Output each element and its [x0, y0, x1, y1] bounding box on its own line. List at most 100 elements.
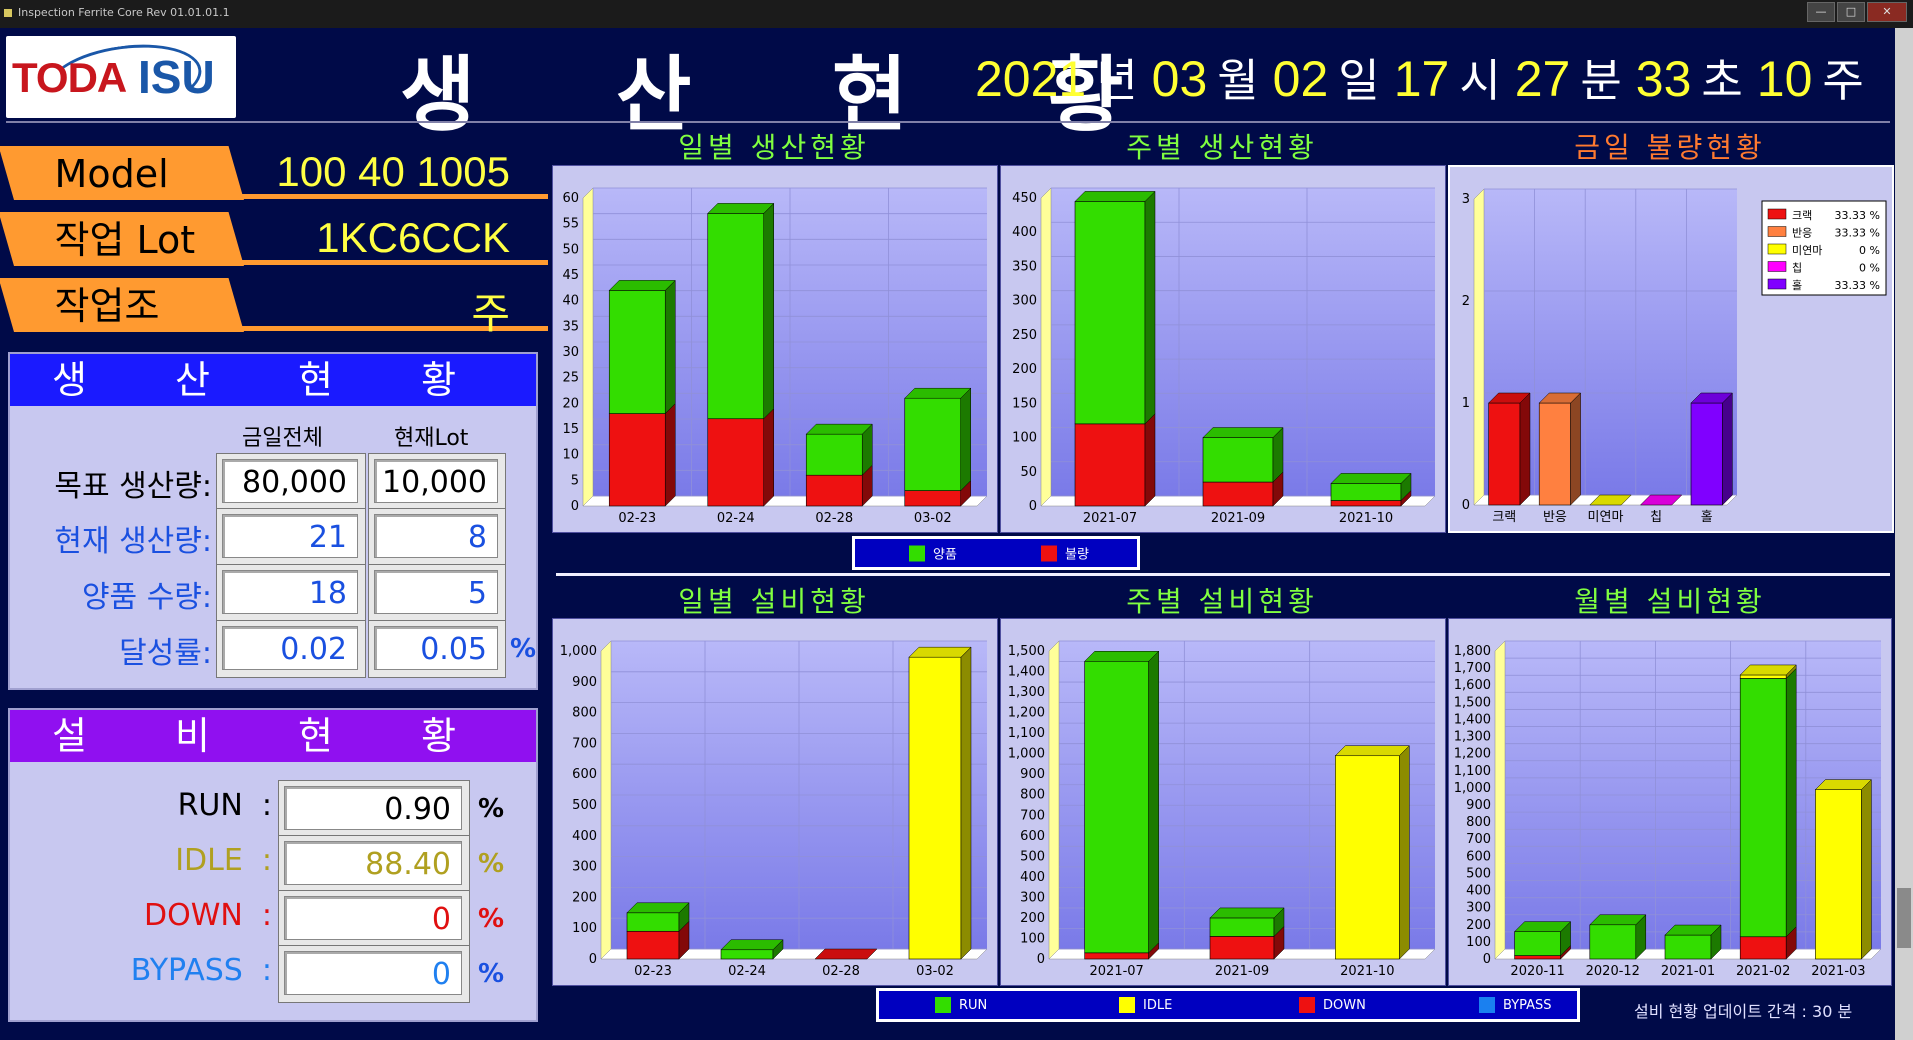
legend-swatch	[1299, 997, 1315, 1013]
dt-week-unit: 주	[1822, 54, 1864, 107]
equipment-row-label: BYPASS :	[130, 953, 272, 988]
y-tick-label: 900	[572, 675, 597, 690]
bar-segment	[904, 490, 962, 507]
chart-weekly-equipment: 0 100 200 300 400 500 600 700 800 900 1,000 1,100 1,…	[1008, 640, 1436, 979]
legend-swatch	[909, 545, 925, 561]
y-tick-label: 200	[572, 890, 597, 905]
y-tick-label: 1,200	[1454, 747, 1491, 762]
y-tick-label: 30	[562, 345, 579, 360]
col-lot-header: 현재Lot	[394, 426, 469, 451]
bar-top	[814, 948, 878, 960]
bar-segment	[908, 656, 962, 960]
x-tick-label: 02-23	[618, 511, 656, 526]
minimize-button[interactable]: —	[1807, 2, 1835, 22]
legend-swatch	[1119, 997, 1135, 1013]
chart-weekly-production: 0 50 100 150 200 250 300 350 400 450 2021-07 2021-0…	[1012, 187, 1436, 526]
y-tick-label: 1	[1462, 396, 1470, 411]
legend-label: 양품	[933, 547, 957, 563]
defect-legend-swatch	[1767, 243, 1787, 255]
chart-daily-production: 0 5 10 15 20 25 30 35 40 45 50 55 60 02-23 02-24 02-28 0…	[562, 187, 988, 526]
y-tick-label: 400	[1020, 870, 1045, 885]
y-tick-label: 0	[1462, 498, 1470, 513]
plot-left-wall	[600, 640, 612, 960]
equipment-legend: RUN IDLE DOWN BYPASS	[876, 988, 1580, 1022]
y-tick-label: 300	[1466, 901, 1491, 916]
bar-side	[665, 279, 676, 415]
chart-title-today-defects: 금일 불량현황	[1574, 131, 1766, 164]
defect-legend-pct: 33.33 %	[1835, 279, 1880, 292]
y-tick-label: 35	[562, 319, 579, 334]
y-tick-label: 50	[562, 242, 579, 257]
y-tick-label: 500	[1466, 866, 1491, 881]
bar-segment	[805, 474, 863, 507]
x-tick-label: 2021-10	[1339, 511, 1393, 526]
bar-top	[1330, 473, 1412, 484]
chart-title-weekly-production: 주별 생산현황	[1126, 131, 1318, 164]
current-datetime: 2021 년 03 월 02 일 17 시 27 분 33 초 10 주	[975, 44, 1878, 109]
y-tick-label: 3	[1462, 192, 1470, 207]
bar-segment	[1335, 755, 1400, 960]
equipment-percent-sign: %	[478, 959, 505, 989]
vertical-scrollbar[interactable]	[1895, 28, 1913, 1040]
y-tick-label: 500	[1020, 849, 1045, 864]
y-tick-label: 200	[1012, 362, 1037, 377]
production-today-value: 80,000	[222, 459, 358, 503]
y-tick-label: 800	[572, 706, 597, 721]
bar-segment	[1739, 674, 1787, 679]
bar-side	[1399, 745, 1410, 960]
bar-segment	[1202, 481, 1274, 507]
bar-top	[707, 203, 775, 214]
x-tick-label: 2021-09	[1215, 964, 1269, 979]
y-tick-label: 600	[1466, 849, 1491, 864]
y-tick-label: 45	[562, 268, 579, 283]
bar-top	[720, 939, 784, 951]
bar-top	[805, 423, 873, 435]
chart-today-defects: 0123크랙 반응 미연마 칩 홀크랙 33.33 %반응 33.33 %미연마 0 %칩 0 …	[1462, 188, 1887, 525]
bar-segment	[608, 290, 666, 414]
y-tick-label: 15	[562, 422, 579, 437]
dt-day: 02	[1272, 51, 1329, 107]
bar-side	[1144, 190, 1156, 425]
equipment-percent-sign: %	[478, 904, 505, 934]
chart-title-monthly-equipment: 월별 설비현황	[1574, 585, 1766, 618]
maximize-button[interactable]: □	[1837, 2, 1865, 22]
y-tick-label: 1,800	[1454, 644, 1491, 659]
y-tick-label: 1,500	[1454, 695, 1491, 710]
production-today-value: 0.02	[222, 626, 358, 670]
production-today-value: 18	[222, 570, 358, 614]
bar-side	[665, 402, 676, 507]
defect-legend-pct: 0 %	[1859, 262, 1880, 275]
y-tick-label: 900	[1466, 798, 1491, 813]
team-value: 주	[471, 290, 510, 337]
bar-top	[1209, 907, 1285, 919]
bar-top	[626, 902, 690, 914]
y-tick-label: 400	[1012, 225, 1037, 240]
y-tick-label: 10	[562, 448, 579, 463]
y-tick-label: 500	[572, 798, 597, 813]
bar-segment	[1084, 660, 1149, 954]
bar-top	[1334, 745, 1410, 756]
legend-item: RUN	[935, 997, 987, 1013]
bar-top	[608, 280, 676, 291]
bar-segment	[626, 930, 680, 960]
legend-label: RUN	[959, 997, 988, 1013]
scrollbar-thumb[interactable]	[1897, 888, 1911, 948]
legend-item: 양품	[909, 544, 957, 563]
dt-second-unit: 초	[1701, 54, 1743, 107]
defect-legend-label: 홀	[1792, 279, 1802, 292]
y-tick-label: 50	[1020, 465, 1037, 480]
equipment-value: 0	[284, 951, 462, 995]
x-tick-label: 2021-07	[1083, 511, 1137, 526]
bar-segment	[1739, 678, 1787, 938]
bar-side	[1861, 778, 1872, 960]
y-tick-label: 250	[1012, 328, 1037, 343]
equipment-percent-sign: %	[478, 794, 505, 824]
x-tick-label: 02-24	[728, 964, 766, 979]
close-button[interactable]: ✕	[1867, 2, 1907, 22]
defect-legend-label: 크랙	[1792, 209, 1812, 222]
model-tag: Model	[0, 146, 245, 200]
plot-left-wall	[1494, 640, 1506, 960]
y-tick-label: 1,000	[1454, 781, 1491, 796]
chart-title-weekly-equipment: 주별 설비현황	[1126, 585, 1318, 618]
y-tick-label: 1,700	[1454, 661, 1491, 676]
